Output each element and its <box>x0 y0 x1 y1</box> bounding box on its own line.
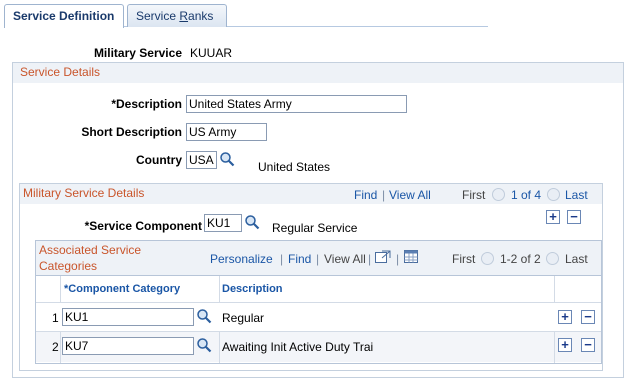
service-component-label: *Service Component <box>84 219 202 233</box>
toolbar-separator: | <box>316 252 320 266</box>
search-icon[interactable] <box>244 214 260 233</box>
personalize-link[interactable]: Personalize <box>210 252 273 266</box>
add-row-button[interactable]: + <box>558 310 572 324</box>
grid-next-arrow-icon[interactable] <box>546 252 559 265</box>
tab-service-ranks-label-suffix: anks <box>188 9 214 23</box>
row-count: 1 of 4 <box>511 188 542 202</box>
category-description: Awaiting Init Active Duty Trai <box>222 340 374 354</box>
add-row-button[interactable]: + <box>558 338 572 352</box>
grid-col-line <box>219 332 220 363</box>
toolbar-separator: | <box>396 252 400 266</box>
delete-row-button[interactable]: − <box>581 310 595 324</box>
last-link[interactable]: Last <box>565 188 588 202</box>
search-icon[interactable] <box>219 151 235 170</box>
service-component-field[interactable]: KU1 <box>204 214 242 232</box>
description-field[interactable]: United States Army <box>186 95 407 113</box>
component-category-field[interactable]: KU7 <box>62 337 194 355</box>
service-details-header <box>13 63 623 83</box>
grid-view-all-link[interactable]: View All <box>324 252 366 266</box>
previous-arrow-icon[interactable] <box>492 188 505 201</box>
short-description-label: Short Description <box>81 125 182 139</box>
grid-col-line <box>60 332 61 363</box>
description-label: *Description <box>111 97 182 111</box>
delete-row-button[interactable]: − <box>567 210 581 224</box>
service-component-description: Regular Service <box>272 221 358 235</box>
row-number: 1 <box>52 311 59 325</box>
military-service-label: Military Service <box>93 46 182 60</box>
tab-service-definition-label: Service Definition <box>13 9 115 23</box>
first-label: First <box>462 188 486 202</box>
grid-previous-arrow-icon[interactable] <box>481 252 494 265</box>
grid-header-top-line <box>36 275 601 276</box>
tab-service-ranks-label-prefix: Service <box>136 9 180 23</box>
country-name: United States <box>258 160 331 174</box>
service-details-title: Service Details <box>20 65 101 79</box>
next-arrow-icon[interactable] <box>547 188 560 201</box>
search-icon[interactable] <box>196 308 212 327</box>
country-label: Country <box>136 153 182 167</box>
military-service-value: KUUAR <box>190 46 233 60</box>
delete-row-button[interactable]: − <box>581 338 595 352</box>
grid-last-label: Last <box>565 252 588 266</box>
view-all-link[interactable]: View All <box>389 188 431 202</box>
row-number: 2 <box>52 340 59 354</box>
nav-separator: | <box>382 188 386 202</box>
short-description-field[interactable]: US Army <box>186 123 267 141</box>
add-row-button[interactable]: + <box>546 210 560 224</box>
spreadsheet-download-icon[interactable] <box>403 249 419 268</box>
column-header-component-category[interactable]: *Component Category <box>64 283 180 295</box>
toolbar-separator: | <box>368 252 372 266</box>
find-link[interactable]: Find <box>354 188 377 202</box>
tab-service-ranks-accesskey: R <box>179 9 189 23</box>
search-icon[interactable] <box>196 337 212 356</box>
component-category-field[interactable]: KU1 <box>62 308 194 326</box>
military-service-details-title: Military Service Details <box>23 186 145 200</box>
grid-row-count: 1-2 of 2 <box>500 252 541 266</box>
grid-find-link[interactable]: Find <box>288 252 311 266</box>
category-description: Regular <box>222 311 265 325</box>
tab-service-definition[interactable]: Service Definition <box>4 4 124 28</box>
country-field[interactable]: USA <box>186 151 217 169</box>
grid-first-label: First <box>452 252 476 266</box>
associated-categories-title-line1: Associated Service <box>39 243 142 257</box>
toolbar-separator: | <box>280 252 284 266</box>
column-header-description[interactable]: Description <box>222 283 283 295</box>
new-window-icon[interactable] <box>374 249 392 268</box>
associated-categories-title-line2: Categories <box>39 259 98 273</box>
tab-service-ranks[interactable]: Service Ranks <box>127 4 227 27</box>
grid-col-line <box>554 332 555 363</box>
